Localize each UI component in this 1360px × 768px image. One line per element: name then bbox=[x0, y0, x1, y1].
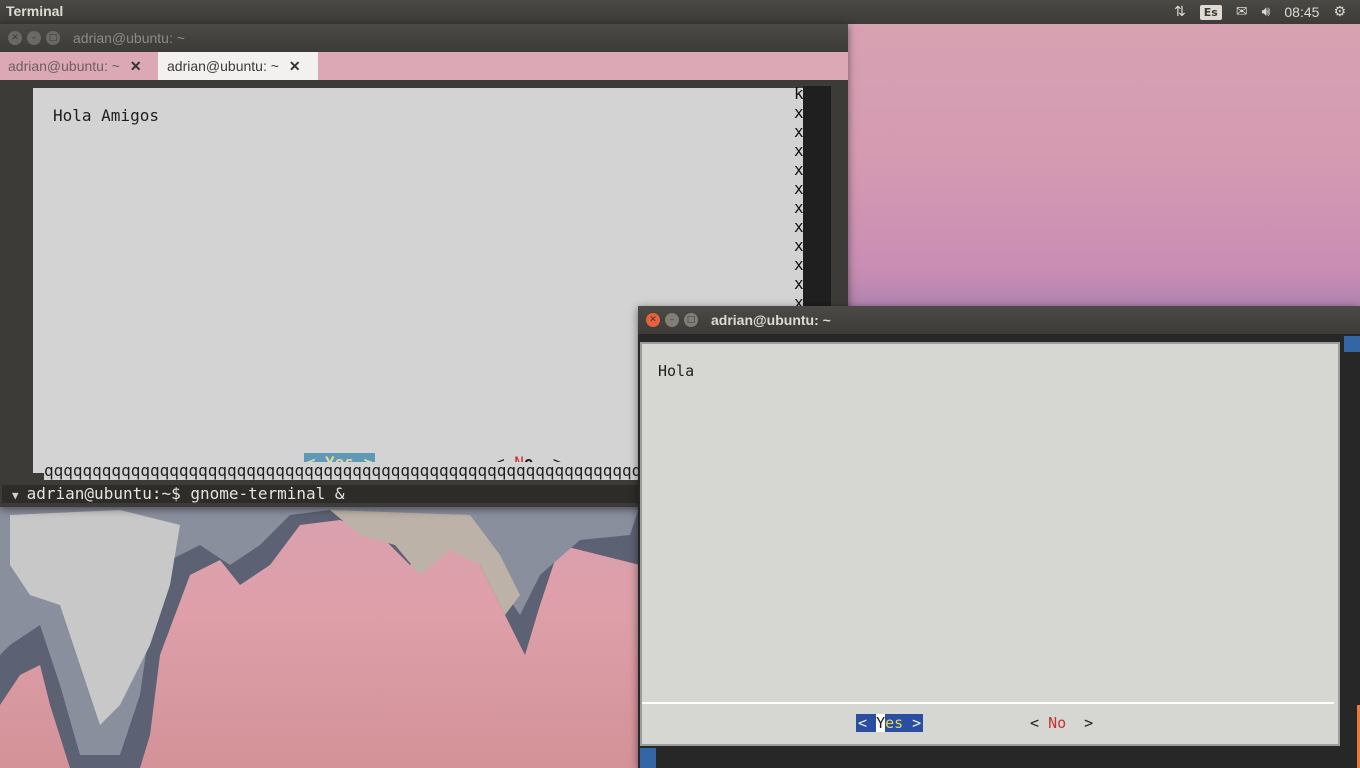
window-titlebar[interactable]: ✕ – □ adrian@ubuntu: ~ bbox=[0, 24, 848, 52]
prompt-text: adrian@ubuntu:~$ gnome-terminal & bbox=[26, 485, 345, 503]
tab-label: adrian@ubuntu: ~ bbox=[167, 58, 279, 74]
minimize-button[interactable]: – bbox=[27, 31, 41, 45]
terminal-area[interactable]: Hola < Yes > < No > bbox=[638, 334, 1360, 768]
desktop-wallpaper-rocks bbox=[0, 505, 640, 768]
dialog-message: Hola Amigos bbox=[53, 106, 159, 125]
keyboard-layout-indicator[interactable]: Es bbox=[1199, 4, 1222, 20]
tab-1[interactable]: adrian@ubuntu: ~ ✕ bbox=[0, 52, 158, 80]
dialog-separator bbox=[642, 702, 1334, 704]
volume-icon[interactable]: 🔊︎ bbox=[1262, 4, 1271, 20]
tab-close-icon[interactable]: ✕ bbox=[130, 58, 142, 74]
clock[interactable]: 08:45 bbox=[1284, 4, 1319, 20]
dialog-bottom-border: qqqqqqqqqqqqqqqqqqqqqqqqqqqqqqqqqqqqqqqq… bbox=[44, 462, 640, 480]
close-button[interactable]: ✕ bbox=[646, 313, 660, 327]
gear-icon[interactable]: ⚙ bbox=[1333, 4, 1346, 20]
tab-2-active[interactable]: adrian@ubuntu: ~ ✕ bbox=[158, 52, 318, 80]
scroll-down-arrow-icon[interactable]: ▼ bbox=[12, 489, 19, 502]
tab-bar: adrian@ubuntu: ~ ✕ adrian@ubuntu: ~ ✕ bbox=[0, 52, 848, 80]
tab-close-icon[interactable]: ✕ bbox=[289, 58, 301, 74]
close-button[interactable]: ✕ bbox=[8, 31, 22, 45]
window-title: adrian@ubuntu: ~ bbox=[711, 312, 831, 328]
dialog-right-border: k x x x x x x x x x x x bbox=[794, 84, 804, 312]
window-title: adrian@ubuntu: ~ bbox=[73, 30, 185, 46]
tab-label: adrian@ubuntu: ~ bbox=[8, 58, 120, 74]
shell-prompt: ▼ adrian@ubuntu:~$ gnome-terminal & bbox=[2, 485, 638, 503]
no-button[interactable]: < No > bbox=[1030, 714, 1093, 732]
network-icon[interactable]: ⇅ bbox=[1174, 4, 1186, 20]
terminal-cursor-block bbox=[640, 748, 656, 768]
mail-icon[interactable]: ✉ bbox=[1236, 4, 1248, 20]
dialog-box: Hola < Yes > < No > bbox=[640, 342, 1340, 746]
terminal-scroll-marker bbox=[1344, 336, 1360, 352]
maximize-button[interactable]: □ bbox=[684, 313, 698, 327]
system-tray: ⇅ Es ✉ 🔊︎ 08:45 ⚙ bbox=[1174, 0, 1360, 24]
minimize-button[interactable]: – bbox=[665, 313, 679, 327]
yes-button[interactable]: < Yes > bbox=[856, 714, 924, 732]
dialog-message: Hola bbox=[658, 362, 695, 380]
terminal-window-front[interactable]: ✕ – □ adrian@ubuntu: ~ Hola < Yes > < No… bbox=[638, 306, 1360, 768]
window-titlebar[interactable]: ✕ – □ adrian@ubuntu: ~ bbox=[638, 306, 1360, 334]
maximize-button[interactable]: □ bbox=[46, 31, 60, 45]
active-app-title: Terminal bbox=[6, 3, 64, 19]
top-panel: Terminal ⇅ Es ✉ 🔊︎ 08:45 ⚙ bbox=[0, 0, 1360, 24]
